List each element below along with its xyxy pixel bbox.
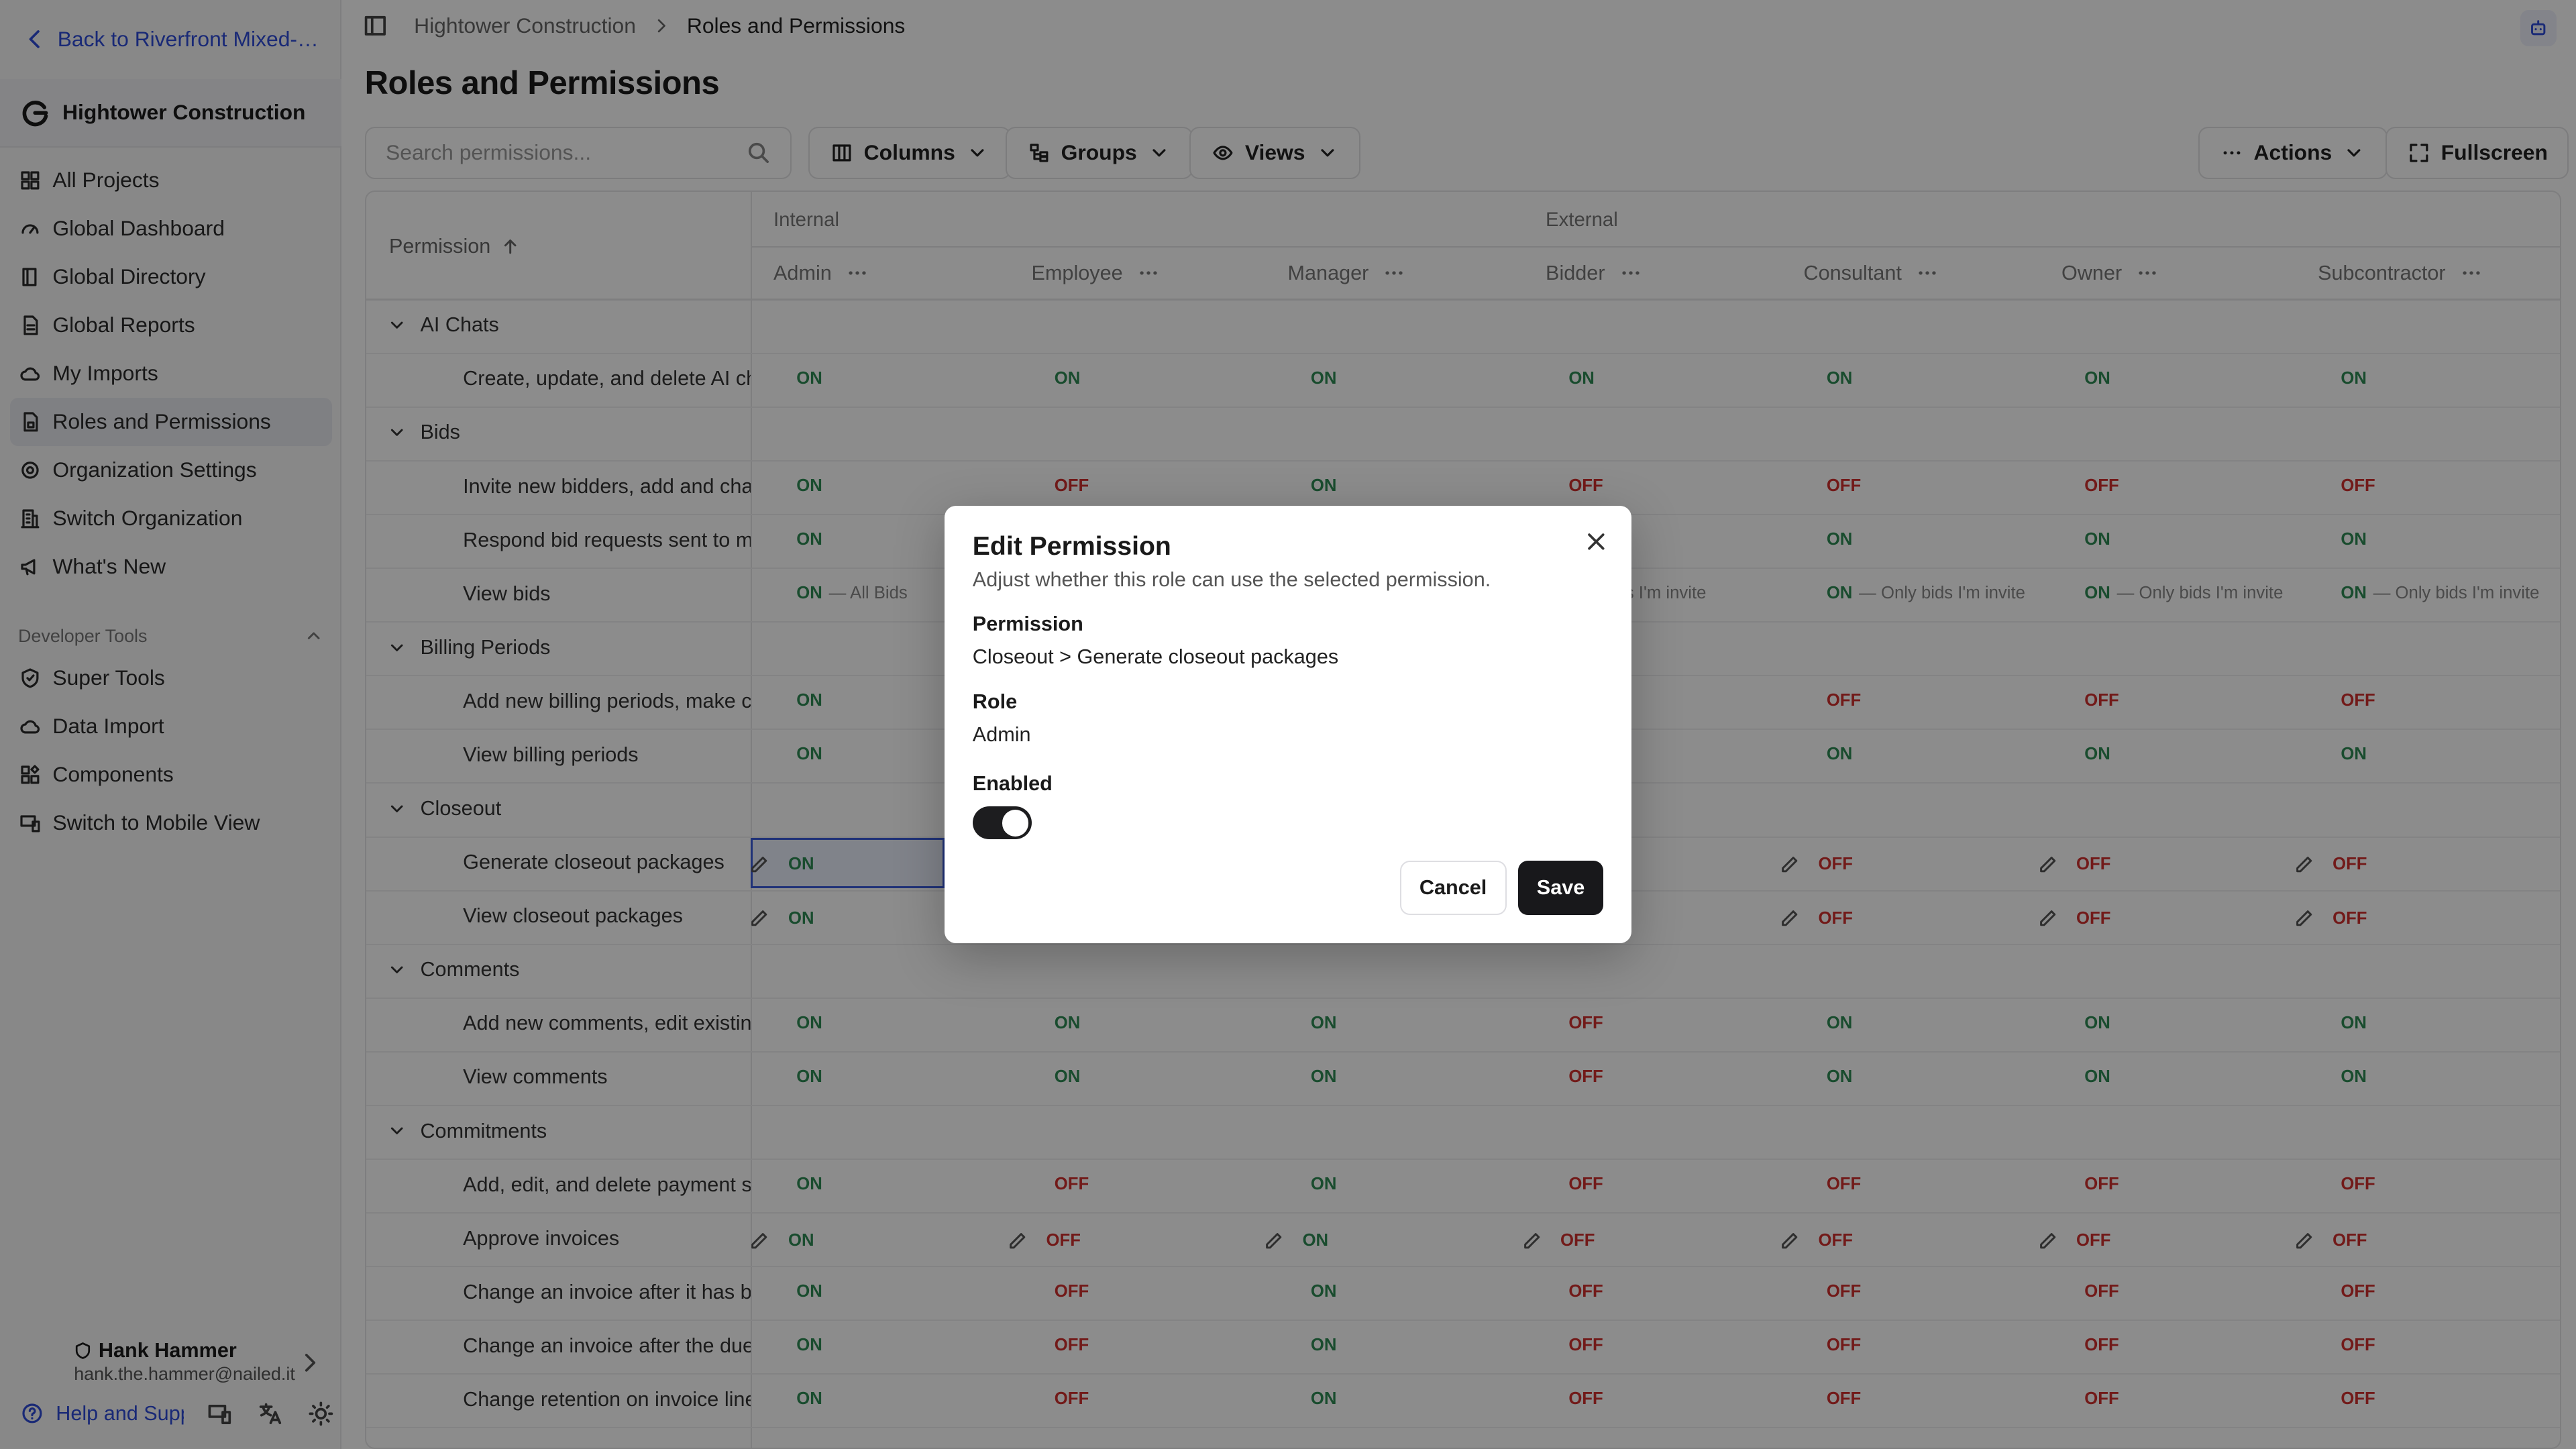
role-value: Admin (972, 722, 1031, 746)
toggle-knob (1002, 810, 1029, 837)
role-label: Role (972, 690, 1018, 713)
cancel-button[interactable]: Cancel (1399, 861, 1507, 916)
dialog-description: Adjust whether this role can use the sel… (972, 568, 1491, 592)
permission-label: Permission (972, 612, 1083, 636)
dialog-title: Edit Permission (972, 532, 1171, 561)
save-button[interactable]: Save (1517, 861, 1604, 916)
edit-permission-dialog: Edit Permission Adjust whether this role… (945, 506, 1631, 943)
enabled-toggle[interactable] (972, 806, 1032, 840)
permission-value: Closeout > Generate closeout packages (972, 645, 1339, 669)
enabled-label: Enabled (972, 772, 1053, 796)
app-root: Back to Riverfront Mixed-Use Development… (0, 0, 2576, 1449)
close-icon[interactable] (1584, 529, 1609, 554)
